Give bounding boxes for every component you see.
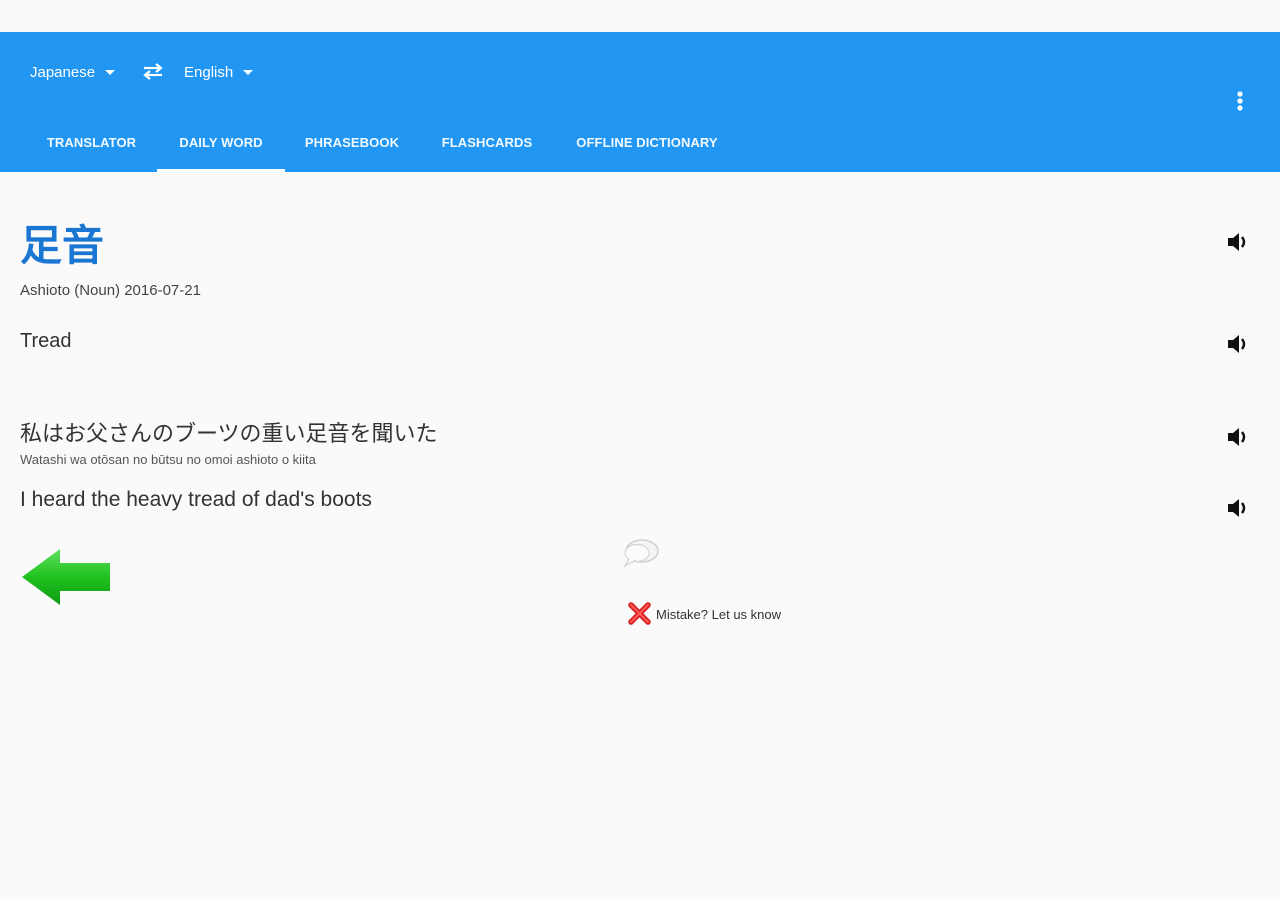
word-reading-meta: Ashioto (Noun) 2016-07-21 — [20, 282, 201, 299]
app-bar: Japanese English TRANSLATOR DAILY WORD P… — [0, 32, 1280, 172]
dropdown-caret-icon — [105, 70, 116, 75]
target-language-label: English — [184, 63, 234, 81]
tab-phrasebook[interactable]: PHRASEBOOK — [290, 112, 414, 172]
source-language-dropdown[interactable]: Japanese — [30, 58, 116, 86]
daily-word-title: 足音 — [20, 221, 105, 270]
tab-daily-word[interactable]: DAILY WORD — [157, 112, 285, 172]
example-sentence: 私はお父さんのブーツの重い足音を聞いた — [20, 422, 438, 447]
language-row: Japanese English — [0, 32, 1280, 112]
tab-bar: TRANSLATOR DAILY WORD PHRASEBOOK FLASHCA… — [0, 112, 1280, 172]
status-strip — [0, 0, 1280, 32]
back-arrow-icon[interactable] — [20, 547, 112, 607]
tab-offline-dictionary[interactable]: OFFLINE DICTIONARY — [558, 112, 736, 172]
swap-languages-icon[interactable] — [140, 58, 166, 84]
speaker-icon[interactable] — [1224, 228, 1252, 256]
tab-flashcards[interactable]: FLASHCARDS — [424, 112, 550, 172]
daily-word-content: 足音 Ashioto (Noun) 2016-07-21 Tread 私はお父さ… — [0, 172, 1280, 900]
example-translation: I heard the heavy tread of dad's boots — [20, 488, 372, 511]
tab-translator[interactable]: TRANSLATOR — [30, 112, 153, 172]
word-meaning: Tread — [20, 330, 72, 352]
mistake-label: Mistake? Let us know — [656, 606, 782, 622]
comment-bubble-icon[interactable] — [622, 538, 660, 570]
speaker-icon[interactable] — [1224, 330, 1252, 358]
report-mistake-link[interactable]: Mistake? Let us know — [626, 600, 781, 628]
source-language-label: Japanese — [30, 63, 96, 81]
red-x-icon — [626, 599, 654, 630]
speaker-icon[interactable] — [1224, 423, 1252, 451]
dropdown-caret-icon — [243, 70, 254, 75]
target-language-dropdown[interactable]: English — [184, 58, 254, 86]
example-romaji: Watashi wa otōsan no būtsu no omoi ashio… — [20, 452, 316, 467]
speaker-icon[interactable] — [1224, 494, 1252, 522]
